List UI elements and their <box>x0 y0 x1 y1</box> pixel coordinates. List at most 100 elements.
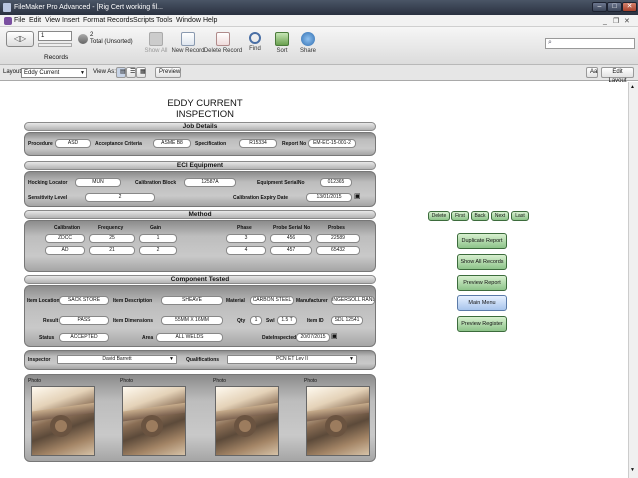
main-menu-button[interactable]: Main Menu <box>457 295 507 311</box>
menu-bar: File Edit View Insert Format Records Scr… <box>0 15 638 27</box>
close-button[interactable]: ✕ <box>622 2 637 12</box>
record-slider[interactable] <box>38 43 72 47</box>
preview-button[interactable]: Preview <box>155 67 181 78</box>
menu-window[interactable]: Window <box>176 15 201 27</box>
menu-edit[interactable]: Edit <box>29 15 41 27</box>
vertical-scrollbar[interactable]: ▲ ▼ <box>628 82 638 478</box>
gain-field[interactable]: 1 <box>139 234 177 243</box>
probes-field[interactable]: 22589 <box>316 234 360 243</box>
sensitivity-level-field[interactable]: 2 <box>85 193 155 202</box>
probe-serial-field[interactable]: 456 <box>270 234 312 243</box>
specification-field[interactable]: R15334 <box>239 139 277 148</box>
view-list-button[interactable]: ☰ <box>126 67 136 78</box>
edit-layout-button[interactable]: Edit Layout <box>601 67 634 84</box>
item-id-field[interactable]: SDL 12541 <box>331 316 363 325</box>
quick-find-input[interactable]: ⌕ <box>545 38 635 49</box>
material-field[interactable]: CARBON STEEL <box>250 296 294 305</box>
calibration-field[interactable]: AD <box>45 246 85 255</box>
status-toolbar: ◁▷ 1 2 Total (Unsorted) Records Show All… <box>0 27 638 65</box>
calibration-block-field[interactable]: 12587A <box>184 178 236 187</box>
frequency-field[interactable]: 21 <box>89 246 135 255</box>
acceptance-criteria-field[interactable]: ASME B8 <box>153 139 191 148</box>
manufacturer-field[interactable]: INGERSOLL RAND <box>331 296 375 305</box>
record-nav-arrows[interactable]: ◁▷ <box>6 31 34 47</box>
inspection-photo[interactable] <box>122 386 186 456</box>
qualifications-select[interactable]: PCN ET Lev II ▼ <box>227 355 357 364</box>
phase-field[interactable]: 4 <box>226 246 266 255</box>
preview-register-button[interactable]: Preview Register <box>457 316 507 332</box>
qty-field[interactable]: 1 <box>250 316 262 325</box>
calendar-icon[interactable]: ▣ <box>331 332 338 340</box>
menu-help[interactable]: Help <box>203 15 217 27</box>
total-label: Total (Unsorted) <box>90 39 133 45</box>
menu-scripts[interactable]: Scripts <box>133 15 154 27</box>
new-record-button[interactable]: New Record <box>168 32 208 54</box>
menu-tools[interactable]: Tools <box>156 15 172 27</box>
calibration-field[interactable]: ZDCC <box>45 234 85 243</box>
view-table-button[interactable]: ▦ <box>136 67 146 78</box>
next-button[interactable]: Next <box>491 211 509 221</box>
method-panel: Calibration Frequency Gain Phase Probe S… <box>24 220 376 272</box>
preview-report-button[interactable]: Preview Report <box>457 275 507 291</box>
col-gain: Gain <box>150 225 162 231</box>
menu-format[interactable]: Format <box>83 15 105 27</box>
layout-select-value: Eddy Current <box>24 70 60 76</box>
frequency-field[interactable]: 25 <box>89 234 135 243</box>
inspection-photo[interactable] <box>31 386 95 456</box>
back-button[interactable]: Back <box>471 211 489 221</box>
inspection-photo[interactable] <box>306 386 370 456</box>
text-format-button[interactable]: Aa <box>586 67 598 78</box>
calendar-icon[interactable]: ▣ <box>354 192 361 200</box>
hocking-locator-field[interactable]: MUN <box>75 178 121 187</box>
duplicate-report-button[interactable]: Duplicate Report <box>457 233 507 249</box>
probes-field[interactable]: 65432 <box>316 246 360 255</box>
item-dimensions-field[interactable]: 55MM X 16MM <box>161 316 223 325</box>
date-inspected-field[interactable]: 20/07/2015 <box>296 333 330 342</box>
scroll-up-icon[interactable]: ▲ <box>630 84 635 90</box>
show-all-records-button[interactable]: Show All Records <box>457 254 507 270</box>
first-button[interactable]: First <box>451 211 469 221</box>
job-details-panel: Procedure ASD Acceptance Criteria ASME B… <box>24 132 376 156</box>
status-field[interactable]: ACCEPTED <box>59 333 109 342</box>
swl-field[interactable]: 1.5 T <box>277 316 297 325</box>
material-label: Material <box>226 298 245 304</box>
menu-insert[interactable]: Insert <box>62 15 80 27</box>
share-button[interactable]: Share <box>288 32 328 54</box>
delete-record-icon <box>216 32 230 46</box>
menu-view[interactable]: View <box>45 15 60 27</box>
layout-select[interactable]: Eddy Current ▼ <box>21 68 87 78</box>
inspection-photo[interactable] <box>215 386 279 456</box>
minimize-button[interactable]: – <box>592 2 607 12</box>
item-dimensions-label: Item Dimensions <box>113 318 154 324</box>
menu-file[interactable]: File <box>14 15 25 27</box>
area-label: Area <box>142 335 154 341</box>
sort-icon <box>275 32 289 46</box>
gain-field[interactable]: 2 <box>139 246 177 255</box>
view-form-button[interactable]: ▤ <box>116 67 126 78</box>
inspector-select[interactable]: David Barrett ▼ <box>57 355 177 364</box>
form-title: EDDY CURRENT INSPECTION <box>167 98 243 120</box>
area-field[interactable]: ALL WELDS <box>156 333 223 342</box>
view-as-label: View As: <box>93 69 116 75</box>
result-field[interactable]: PASS <box>59 316 109 325</box>
last-button[interactable]: Last <box>511 211 529 221</box>
job-details-header: Job Details <box>24 122 376 131</box>
phase-field[interactable]: 3 <box>226 234 266 243</box>
records-label: Records <box>44 54 69 61</box>
scroll-down-icon[interactable]: ▼ <box>630 467 635 473</box>
chevron-down-icon: ▼ <box>80 70 85 76</box>
menu-records[interactable]: Records <box>107 15 133 27</box>
layout-bar: Layout: Eddy Current ▼ View As: ▤ ☰ ▦ Pr… <box>0 65 638 84</box>
calibration-expiry-field[interactable]: 13/01/2015 <box>306 193 352 202</box>
equipment-serial-field[interactable]: 012365 <box>320 178 352 187</box>
col-phase: Phase <box>237 225 252 231</box>
report-no-field[interactable]: EM-EC-15-001-2 <box>308 139 356 148</box>
maximize-button[interactable]: □ <box>607 2 622 12</box>
procedure-field[interactable]: ASD <box>55 139 91 148</box>
item-description-field[interactable]: SHEAVE <box>161 296 223 305</box>
acceptance-criteria-label: Acceptance Criteria <box>95 141 142 147</box>
item-location-field[interactable]: SACK STORE <box>59 296 109 305</box>
delete-button[interactable]: Delete <box>428 211 450 221</box>
record-number-input[interactable]: 1 <box>38 31 72 41</box>
probe-serial-field[interactable]: 457 <box>270 246 312 255</box>
